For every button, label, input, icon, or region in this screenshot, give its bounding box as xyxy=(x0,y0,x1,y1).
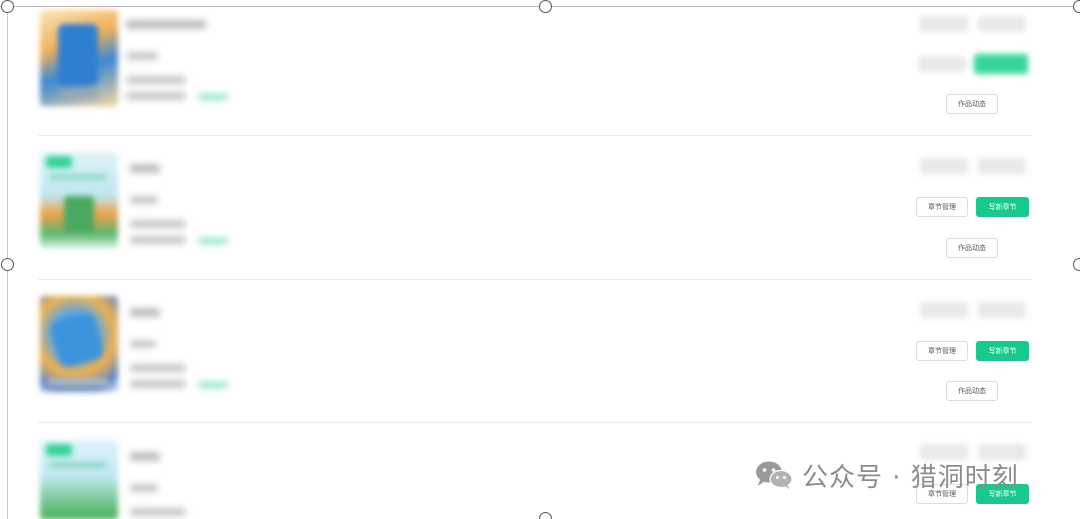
write-chapter-button-2[interactable]: 写新章节 xyxy=(976,197,1029,217)
book-cover-1[interactable] xyxy=(40,10,118,106)
dynamics-button-2[interactable]: 作品动态 xyxy=(946,238,998,258)
ghost-action-3a xyxy=(920,302,968,318)
resize-handle-top-center[interactable] xyxy=(539,0,552,13)
watermark: 公众号 · 猎洞时刻 xyxy=(754,458,1019,493)
book-cover-4[interactable] xyxy=(40,440,118,519)
row-separator-1 xyxy=(38,135,1032,136)
wechat-icon xyxy=(756,461,793,489)
dynamics-button-1[interactable]: 作品动态 xyxy=(946,94,998,114)
book-cover-3[interactable] xyxy=(40,296,118,392)
watermark-text: 公众号 · 猎洞时刻 xyxy=(802,462,1019,493)
ghost-chapter-manage-1 xyxy=(918,56,966,72)
ghost-action-2a xyxy=(920,158,968,174)
book-cover-2[interactable] xyxy=(40,152,118,248)
resize-handle-top-right[interactable] xyxy=(1073,0,1080,13)
dynamics-button-3[interactable]: 作品动态 xyxy=(946,381,998,401)
ghost-action-2b xyxy=(978,158,1026,174)
row-separator-3 xyxy=(38,422,1032,423)
resize-handle-bottom-center[interactable] xyxy=(539,512,552,519)
row-separator-2 xyxy=(38,279,1032,280)
ghost-action-3b xyxy=(978,302,1026,318)
resize-handle-middle-right[interactable] xyxy=(1073,258,1080,271)
write-chapter-button-3[interactable]: 写新章节 xyxy=(976,341,1029,361)
resize-handle-middle-left[interactable] xyxy=(1,258,14,271)
chapter-manage-button-3[interactable]: 章节管理 xyxy=(916,341,968,361)
ghost-write-chapter-1 xyxy=(974,54,1028,74)
ghost-action-1b xyxy=(978,16,1026,32)
resize-handle-top-left[interactable] xyxy=(1,0,14,13)
screenshot-stage: 作品动态 章节管理 写新章节 作品动态 章节管理 写新章节 作品动态 章节管理 … xyxy=(0,0,1080,519)
chapter-manage-button-2[interactable]: 章节管理 xyxy=(916,197,968,217)
ghost-action-1a xyxy=(920,16,968,32)
